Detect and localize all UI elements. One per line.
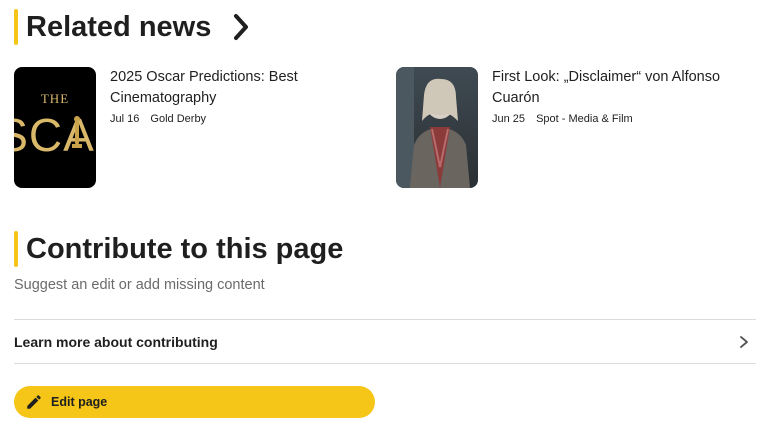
news-title[interactable]: First Look: „Disclaimer“ von Alfonso Cua…	[492, 67, 764, 109]
news-source: Spot - Media & Film	[536, 113, 633, 125]
learn-more-label: Learn more about contributing	[14, 333, 218, 350]
news-thumbnail-disclaimer	[396, 67, 478, 188]
edit-page-label: Edit page	[51, 395, 108, 409]
contribute-subtitle: Suggest an edit or add missing content	[14, 277, 265, 293]
news-date: Jun 25	[492, 113, 526, 125]
related-news-title[interactable]: Related news	[26, 11, 211, 44]
disclaimer-still-image	[396, 67, 478, 188]
news-meta: Jun 25 Spot - Media & Film	[492, 113, 764, 125]
news-meta: Jul 16 Gold Derby	[110, 113, 370, 125]
news-source: Gold Derby	[150, 113, 207, 125]
news-title[interactable]: 2025 Oscar Predictions: Best Cinematogra…	[110, 67, 370, 109]
svg-text:THE: THE	[41, 91, 69, 106]
section-accent-bar	[14, 231, 18, 267]
news-item[interactable]: First Look: „Disclaimer“ von Alfonso Cua…	[396, 67, 764, 188]
chevron-right-icon	[740, 335, 748, 348]
learn-more-contributing-link[interactable]: Learn more about contributing	[14, 320, 756, 363]
edit-page-button[interactable]: Edit page	[14, 386, 375, 418]
chevron-right-icon	[234, 14, 249, 40]
oscar-poster-image: THE SCA	[14, 67, 96, 188]
news-thumbnail-oscar: THE SCA	[14, 67, 96, 188]
news-date: Jul 16	[110, 113, 140, 125]
news-item[interactable]: THE SCA 2025 Oscar Predictions: Best Cin…	[14, 67, 370, 188]
related-news-more-link[interactable]	[229, 12, 253, 42]
pencil-icon	[25, 393, 43, 411]
contribute-title: Contribute to this page	[26, 232, 344, 265]
related-news-header: Related news	[14, 9, 253, 45]
svg-text:SCA: SCA	[14, 109, 95, 161]
divider	[14, 363, 756, 364]
section-accent-bar	[14, 9, 18, 45]
contribute-header: Contribute to this page	[14, 231, 343, 267]
